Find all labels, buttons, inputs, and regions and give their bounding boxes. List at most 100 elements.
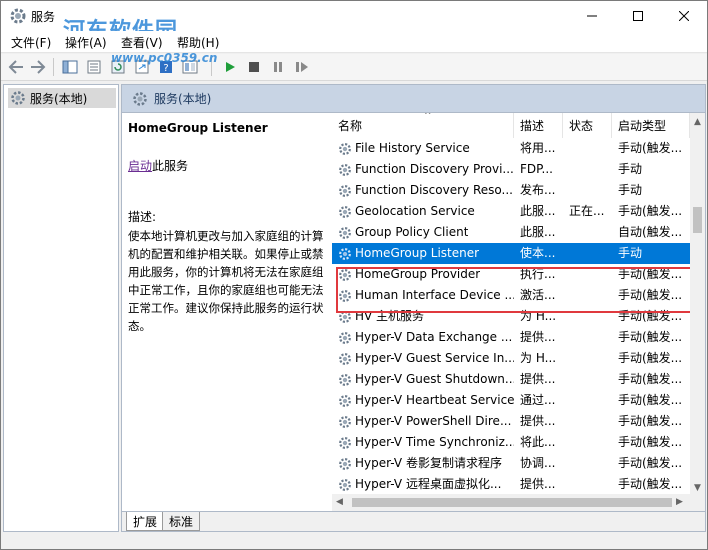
table-row[interactable]: HV 主机服务 为 H... 手动(触发... [332, 306, 690, 327]
window-title: 服务 [31, 10, 56, 24]
service-gear-icon [339, 415, 351, 428]
service-startup-type: 手动 [618, 162, 643, 176]
start-service-link[interactable]: 启动 [128, 159, 152, 173]
service-name-cell: Human Interface Device ... [338, 285, 514, 306]
play-icon [226, 62, 235, 72]
vertical-scroll-thumb[interactable] [693, 207, 702, 233]
horizontal-scrollbar[interactable]: ◀ ▶ [332, 494, 690, 511]
properties-button[interactable] [83, 57, 105, 77]
service-name-cell: Function Discovery Reso... [338, 180, 514, 201]
service-name: Hyper-V Guest Service In... [355, 351, 514, 365]
service-startup-type: 手动(触发... [618, 288, 683, 302]
table-row[interactable]: Human Interface Device ... 激活... 手动(触发... [332, 285, 690, 306]
service-gear-icon [339, 352, 351, 365]
table-row[interactable]: Geolocation Service 此服... 正在... 手动(触发... [332, 201, 690, 222]
minimize-button[interactable] [569, 1, 615, 31]
list-header: ^ 名称 描述 状态 启动类型 [332, 113, 690, 138]
forward-button[interactable] [27, 57, 49, 77]
pause-service-button[interactable] [267, 57, 289, 77]
service-status [569, 453, 611, 474]
table-row[interactable]: Hyper-V 远程桌面虚拟化... 提供... 手动(触发... [332, 474, 690, 495]
service-status [569, 159, 611, 180]
menu-view[interactable]: 查看(V) [121, 34, 163, 51]
back-button[interactable] [5, 57, 27, 77]
show-hide-console-tree-button[interactable] [59, 57, 81, 77]
service-startup-type: 手动 [618, 246, 643, 260]
menu-file[interactable]: 文件(F) [11, 34, 51, 51]
service-name: Hyper-V Time Synchroniz... [355, 435, 514, 449]
maximize-button[interactable] [615, 1, 661, 31]
service-gear-icon [339, 268, 351, 281]
tree-item-services-local[interactable]: 服务(本地) [8, 88, 116, 108]
service-name-cell: HomeGroup Provider [338, 264, 514, 285]
maximize-icon [633, 11, 643, 21]
menu-help[interactable]: 帮助(H) [177, 34, 219, 51]
close-icon [679, 11, 689, 21]
stop-service-button[interactable] [243, 57, 265, 77]
stop-icon [249, 62, 259, 72]
service-gear-icon [339, 247, 351, 260]
table-row[interactable]: File History Service 将用... 手动(触发... [332, 138, 690, 159]
service-status [569, 327, 611, 348]
service-name: Hyper-V 卷影复制请求程序 [355, 456, 502, 470]
service-gear-icon [339, 310, 351, 323]
tab-standard[interactable]: 标准 [162, 512, 201, 531]
tab-extended[interactable]: 扩展 [126, 512, 165, 531]
service-status [569, 369, 611, 390]
service-description: 为 H... [520, 351, 557, 365]
service-status [569, 390, 611, 411]
restart-service-button[interactable] [291, 57, 313, 77]
service-status [569, 264, 611, 285]
scroll-down-icon[interactable]: ▼ [694, 483, 701, 493]
service-gear-icon [339, 205, 351, 218]
table-row[interactable]: Function Discovery Provi... FDP... 手动 [332, 159, 690, 180]
service-name-cell: Hyper-V 卷影复制请求程序 [338, 453, 514, 474]
forward-arrow-icon [31, 60, 46, 74]
service-description: 此服... [520, 204, 556, 218]
service-description: 发布... [520, 183, 556, 197]
service-name-cell: Hyper-V Data Exchange ... [338, 327, 514, 348]
service-name-cell: Function Discovery Provi... [338, 159, 514, 180]
table-row[interactable]: Hyper-V 卷影复制请求程序 协调... 手动(触发... [332, 453, 690, 474]
service-gear-icon [339, 373, 351, 386]
scroll-left-icon[interactable]: ◀ [336, 497, 343, 507]
table-row[interactable]: HomeGroup Listener 使本... 手动 [332, 243, 690, 264]
table-row[interactable]: Hyper-V Time Synchroniz... 将此... 手动(触发... [332, 432, 690, 453]
service-gear-icon [339, 457, 351, 470]
menu-action[interactable]: 操作(A) [65, 34, 107, 51]
horizontal-scroll-thumb[interactable] [352, 498, 672, 507]
main-pane-title: 服务(本地) [154, 92, 212, 106]
service-name-cell: Hyper-V Guest Shutdown... [338, 369, 514, 390]
service-status [569, 474, 611, 495]
properties-icon [87, 60, 101, 74]
services-gear-icon [11, 91, 25, 105]
service-startup-type: 手动(触发... [618, 204, 683, 218]
table-row[interactable]: Group Policy Client 此服... 自动(触发... [332, 222, 690, 243]
service-name: Hyper-V Data Exchange ... [355, 330, 513, 344]
close-button[interactable] [661, 1, 707, 31]
table-row[interactable]: Function Discovery Reso... 发布... 手动 [332, 180, 690, 201]
table-row[interactable]: Hyper-V Heartbeat Service 通过... 手动(触发... [332, 390, 690, 411]
table-row[interactable]: Hyper-V Data Exchange ... 提供... 手动(触发... [332, 327, 690, 348]
service-gear-icon [339, 394, 351, 407]
start-service-button[interactable] [219, 57, 241, 77]
scroll-up-icon[interactable]: ▲ [694, 117, 701, 127]
table-row[interactable]: Hyper-V PowerShell Dire... 提供... 手动(触发... [332, 411, 690, 432]
column-header-name[interactable]: 名称 [332, 113, 514, 138]
service-startup-type: 手动(触发... [618, 309, 683, 323]
table-row[interactable]: HomeGroup Provider 执行... 手动(触发... [332, 264, 690, 285]
table-row[interactable]: Hyper-V Guest Service In... 为 H... 手动(触发..… [332, 348, 690, 369]
column-header-description[interactable]: 描述 [514, 113, 563, 138]
services-list: ^ 名称 描述 状态 启动类型 File History Service 将用..… [332, 113, 705, 511]
service-startup-type: 手动(触发... [618, 372, 683, 386]
service-status [569, 432, 611, 453]
title-bar[interactable]: 服务 河东软件园 [1, 1, 707, 44]
services-rows: File History Service 将用... 手动(触发... Functio… [332, 138, 690, 495]
description-text: 使本地计算机更改与加入家庭组的计算机的配置和维护相关联。如果停止或禁用此服务，你… [128, 229, 324, 333]
table-row[interactable]: Hyper-V Guest Shutdown... 提供... 手动(触发... [332, 369, 690, 390]
scroll-right-icon[interactable]: ▶ [676, 497, 683, 507]
vertical-scrollbar[interactable]: ▲ ▼ [690, 113, 705, 511]
column-header-startup-type[interactable]: 启动类型 [612, 113, 690, 138]
service-gear-icon [339, 478, 351, 491]
column-header-status[interactable]: 状态 [563, 113, 612, 138]
